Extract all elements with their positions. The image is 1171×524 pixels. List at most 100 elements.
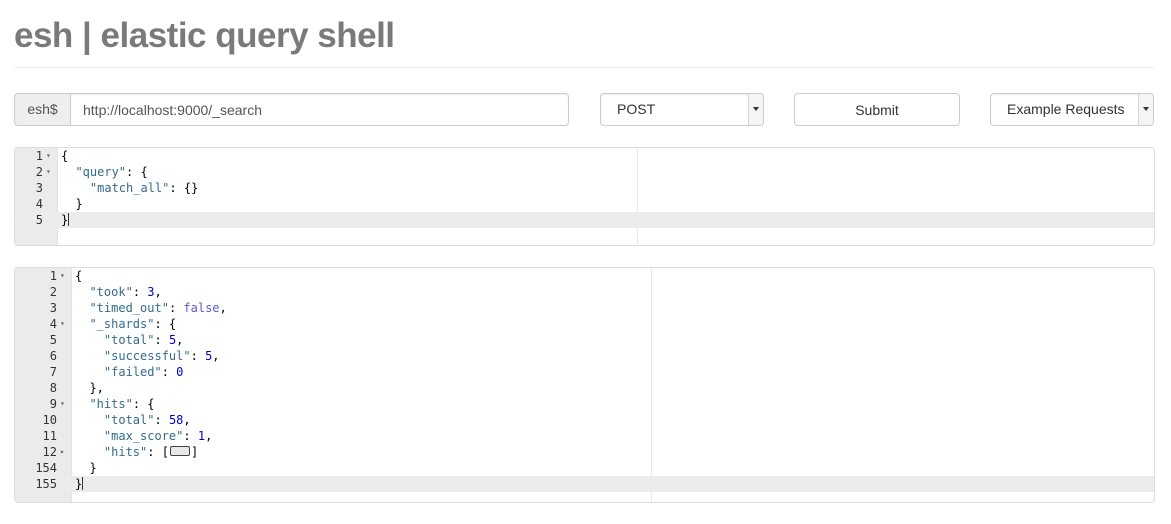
fold-open-icon[interactable]: ▾ <box>46 164 51 180</box>
code-text[interactable]: { <box>75 268 82 284</box>
fold-open-icon[interactable]: ▾ <box>46 148 51 164</box>
code-line[interactable]: 5} <box>15 212 1154 228</box>
code-line[interactable]: 155} <box>15 476 1154 492</box>
text-cursor <box>68 213 70 226</box>
code-line[interactable]: 12 ▸ "hits": [] <box>15 444 1154 460</box>
json-key: "hits" <box>103 445 148 459</box>
code-text[interactable]: "hits": { <box>75 396 155 412</box>
line-number: 4 <box>35 197 43 211</box>
json-punctuation: , <box>154 285 162 299</box>
example-requests-select[interactable]: Example Requests <box>990 93 1154 126</box>
json-punctuation: : <box>183 429 198 443</box>
code-text[interactable]: { <box>61 148 68 164</box>
json-punctuation: : <box>154 413 169 427</box>
code-text[interactable]: "_shards": { <box>75 316 176 332</box>
code-text[interactable]: } <box>61 196 83 212</box>
response-code-lines[interactable]: 1 ▾ {2 "took": 3, 3 "timed_out": false, 4 ▾ "… <box>15 268 1154 492</box>
fold-closed-icon[interactable]: ▸ <box>60 444 65 460</box>
chevron-down-icon[interactable] <box>1138 94 1153 125</box>
example-requests-label: Example Requests <box>1007 101 1125 117</box>
json-punctuation: } <box>61 197 83 211</box>
line-number: 5 <box>35 213 43 227</box>
code-text[interactable]: } <box>61 212 70 228</box>
json-punctuation <box>75 301 89 315</box>
title-divider <box>14 67 1155 68</box>
json-punctuation: , <box>205 429 213 443</box>
code-line[interactable]: 6 "successful": 5, <box>15 348 1154 364</box>
json-key: "query" <box>75 165 127 179</box>
json-punctuation: , <box>212 349 220 363</box>
line-number: 2 <box>49 285 57 299</box>
code-text[interactable]: "total": 58, <box>75 412 191 428</box>
code-line[interactable]: 3 "match_all": {} <box>15 180 1154 196</box>
code-text[interactable]: "failed": 0 <box>75 364 183 380</box>
collapsed-fold-icon[interactable] <box>169 446 190 456</box>
json-punctuation: , <box>176 333 184 347</box>
request-code-lines[interactable]: 1 ▾{2 ▾ "query": {3 "match_all": {} 4 } 5} <box>15 148 1154 228</box>
json-punctuation <box>75 429 104 443</box>
page-title: esh | elastic query shell <box>14 16 395 55</box>
json-punctuation: : <box>161 365 177 379</box>
line-number: 6 <box>49 349 57 363</box>
line-number: 7 <box>49 365 57 379</box>
code-text[interactable]: "match_all": {} <box>61 180 198 196</box>
json-punctuation: : [ <box>147 445 169 459</box>
url-input[interactable] <box>70 93 569 126</box>
code-line[interactable]: 1 ▾ { <box>15 268 1154 284</box>
code-text[interactable]: "successful": 5, <box>75 348 220 364</box>
code-line[interactable]: 10 "total": 58, <box>15 412 1154 428</box>
line-number: 2 <box>35 165 43 179</box>
line-number: 1 <box>35 149 43 163</box>
json-punctuation: , <box>183 413 191 427</box>
json-boolean: false <box>183 301 220 315</box>
code-text[interactable]: "took": 3, <box>75 284 162 300</box>
line-number: 3 <box>35 181 43 195</box>
code-line[interactable]: 3 "timed_out": false, <box>15 300 1154 316</box>
json-punctuation: : <box>132 285 148 299</box>
code-line[interactable]: 9 ▾ "hits": { <box>15 396 1154 412</box>
json-punctuation <box>75 333 104 347</box>
code-text[interactable]: "query": { <box>61 164 147 180</box>
fold-open-icon[interactable]: ▾ <box>60 316 65 332</box>
code-line[interactable]: 5 "total": 5, <box>15 332 1154 348</box>
code-text[interactable]: "hits": [] <box>75 444 198 460</box>
code-line[interactable]: 11 "max_score": 1, <box>15 428 1154 444</box>
code-line[interactable]: 7 "failed": 0 <box>15 364 1154 380</box>
json-key: "_shards" <box>89 317 155 331</box>
line-number: 154 <box>35 461 57 475</box>
code-line[interactable]: 2 "took": 3, <box>15 284 1154 300</box>
chevron-down-icon[interactable] <box>748 94 763 125</box>
submit-button[interactable]: Submit <box>794 93 960 126</box>
method-select[interactable]: POST <box>600 93 764 126</box>
line-number: 8 <box>49 381 57 395</box>
json-number: 3 <box>147 285 155 299</box>
code-text[interactable]: }, <box>75 380 103 396</box>
response-editor[interactable]: 1 ▾ {2 "took": 3, 3 "timed_out": false, 4 ▾ "… <box>14 267 1155 503</box>
code-line[interactable]: 4 ▾ "_shards": { <box>15 316 1154 332</box>
json-punctuation: : { <box>132 397 155 411</box>
fold-open-icon[interactable]: ▾ <box>60 396 65 412</box>
json-punctuation: } <box>61 213 69 227</box>
code-text[interactable]: } <box>75 460 96 476</box>
code-text[interactable]: "max_score": 1, <box>75 428 212 444</box>
code-text[interactable]: "timed_out": false, <box>75 300 227 316</box>
request-editor[interactable]: 1 ▾{2 ▾ "query": {3 "match_all": {} 4 } 5} <box>14 147 1155 246</box>
json-punctuation: : <box>154 333 169 347</box>
code-line[interactable]: 4 } <box>15 196 1154 212</box>
fold-open-icon[interactable]: ▾ <box>60 268 65 284</box>
code-line[interactable]: 2 ▾ "query": { <box>15 164 1154 180</box>
code-text[interactable]: } <box>75 476 84 492</box>
code-text[interactable]: "total": 5, <box>75 332 184 348</box>
json-number: 1 <box>197 429 206 443</box>
code-line[interactable]: 154 } <box>15 460 1154 476</box>
json-punctuation <box>75 285 89 299</box>
json-punctuation: , <box>219 301 227 315</box>
json-punctuation <box>75 317 89 331</box>
code-line[interactable]: 8 }, <box>15 380 1154 396</box>
code-line[interactable]: 1 ▾ { <box>15 148 1154 164</box>
json-punctuation <box>61 181 90 195</box>
json-punctuation <box>75 365 104 379</box>
json-punctuation <box>75 349 104 363</box>
json-key: "total" <box>103 413 155 427</box>
line-number: 12 <box>42 445 57 459</box>
